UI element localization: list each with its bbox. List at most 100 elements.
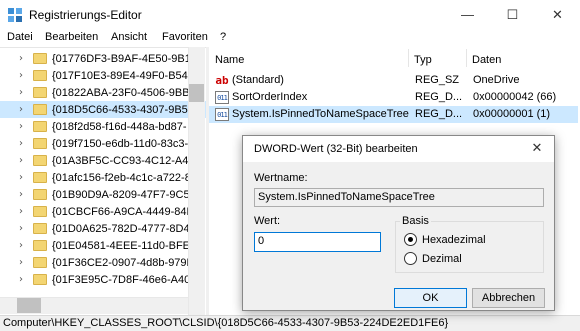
cancel-button[interactable]: Abbrechen (472, 288, 545, 308)
tree-item[interactable]: › {01CBCF66-A9CA-4449-84D (0, 203, 206, 220)
radio-dec-label[interactable]: Dezimal (422, 253, 462, 265)
tree-item[interactable]: › {01776DF3-B9AF-4E50-9B1C (0, 50, 206, 67)
chevron-right-icon[interactable]: › (19, 121, 29, 132)
value-data-input[interactable]: 0 (254, 232, 381, 252)
value-name-field: System.IsPinnedToNameSpaceTree (254, 188, 544, 207)
folder-icon (33, 257, 47, 268)
base-group-label: Basis (400, 215, 431, 227)
value-name: SortOrderIndex (232, 91, 308, 103)
chevron-right-icon[interactable]: › (19, 70, 29, 81)
minimize-button[interactable]: — (445, 0, 490, 29)
tree-vertical-scroll-thumb[interactable] (189, 84, 204, 102)
title-bar: Registrierungs-Editor — ☐ ✕ (0, 0, 580, 29)
folder-icon (33, 104, 47, 115)
value-data: 0x00000042 (66) (473, 91, 557, 103)
tree-item-label: {017F10E3-89E4-49F0-B545- (52, 69, 198, 82)
folder-icon (33, 70, 47, 81)
tree-item[interactable]: › {018D5C66-4533-4307-9B53 (0, 101, 206, 118)
menu-favoriten[interactable]: Favoriten (162, 31, 208, 43)
folder-icon (33, 240, 47, 251)
tree-item[interactable]: › {01F36CE2-0907-4d8b-979D (0, 254, 206, 271)
tree-item[interactable]: › {01822ABA-23F0-4506-9BB0 (0, 84, 206, 101)
chevron-right-icon[interactable]: › (19, 240, 29, 251)
chevron-right-icon[interactable]: › (19, 104, 29, 115)
folder-icon (33, 223, 47, 234)
tree-item-label: {01F36CE2-0907-4d8b-979D (52, 256, 195, 269)
tree-horizontal-scroll-thumb[interactable] (17, 298, 41, 313)
radio-hex-label[interactable]: Hexadezimal (422, 234, 486, 246)
tree-item-label: {01E04581-4EEE-11d0-BFE9- (52, 239, 200, 252)
window-title: Registrierungs-Editor (29, 8, 142, 22)
dialog-title-bar: DWORD-Wert (32-Bit) bearbeiten ✕ (243, 136, 554, 162)
status-bar-path: Computer\HKEY_CLASSES_ROOT\CLSID\{018D5C… (0, 315, 580, 331)
tree-item[interactable]: › {01D0A625-782D-4777-8D4E (0, 220, 206, 237)
string-value-icon: ab (215, 74, 229, 87)
chevron-right-icon[interactable]: › (19, 206, 29, 217)
column-separator[interactable] (408, 49, 409, 67)
value-row[interactable]: 011 SortOrderIndex REG_D... 0x00000042 (66) (209, 89, 578, 106)
menu-help[interactable]: ? (220, 31, 226, 43)
tree-item-label: {01F3E95C-7D8F-46e6-A408 (52, 273, 197, 286)
maximize-icon: ☐ (506, 6, 519, 22)
radio-hexadecimal[interactable]: Hexadezimal (404, 233, 486, 246)
tree-item-label: {01D0A625-782D-4777-8D4E (52, 222, 197, 235)
chevron-right-icon[interactable]: › (19, 274, 29, 285)
column-header-type[interactable]: Typ (414, 54, 432, 66)
tree-item-label: {01776DF3-B9AF-4E50-9B1C (52, 52, 199, 65)
folder-icon (33, 172, 47, 183)
chevron-right-icon[interactable]: › (19, 138, 29, 149)
tree-item[interactable]: › {01B90D9A-8209-47F7-9C52 (0, 186, 206, 203)
value-row[interactable]: ab (Standard) REG_SZ OneDrive (209, 72, 578, 89)
tree-item[interactable]: › {018f2d58-f16d-448a-bd87- (0, 118, 206, 135)
tree-item[interactable]: › {017F10E3-89E4-49F0-B545- (0, 67, 206, 84)
close-icon: ✕ (552, 6, 563, 22)
folder-icon (33, 274, 47, 285)
folder-icon (33, 138, 47, 149)
tree-item-label: {01afc156-f2eb-4c1c-a722-8 (52, 171, 191, 184)
folder-icon (33, 189, 47, 200)
value-data: OneDrive (473, 74, 520, 86)
tree-item[interactable]: › {01F3E95C-7D8F-46e6-A408 (0, 271, 206, 288)
chevron-right-icon[interactable]: › (19, 223, 29, 234)
key-tree-pane[interactable]: › {01776DF3-B9AF-4E50-9B1C › {017F10E3-89E4… (0, 47, 206, 315)
value-row[interactable]: 011 System.IsPinnedToNameSpaceTree REG_D..… (209, 106, 578, 123)
column-separator[interactable] (466, 49, 467, 67)
edit-dword-dialog: DWORD-Wert (32-Bit) bearbeiten ✕ Wertnam… (242, 135, 555, 311)
chevron-right-icon[interactable]: › (19, 155, 29, 166)
menu-ansicht[interactable]: Ansicht (111, 31, 147, 43)
value-data-label: Wert: (254, 215, 281, 227)
value-type: REG_D... (415, 91, 463, 103)
minimize-icon: — (461, 7, 474, 22)
chevron-right-icon[interactable]: › (19, 257, 29, 268)
close-icon: ✕ (531, 140, 543, 155)
value-name-label: Wertname: (254, 172, 308, 184)
chevron-right-icon[interactable]: › (19, 189, 29, 200)
tree-item-label: {01822ABA-23F0-4506-9BB0 (52, 86, 196, 99)
ok-button[interactable]: OK (394, 288, 467, 308)
folder-icon (33, 121, 47, 132)
folder-icon (33, 87, 47, 98)
menu-datei[interactable]: Datei (7, 31, 33, 43)
dword-value-icon: 011 (215, 108, 229, 121)
tree-item[interactable]: › {01afc156-f2eb-4c1c-a722-8 (0, 169, 206, 186)
maximize-button[interactable]: ☐ (490, 0, 535, 29)
tree-item[interactable]: › {01E04581-4EEE-11d0-BFE9- (0, 237, 206, 254)
column-header-data[interactable]: Daten (472, 54, 501, 66)
chevron-right-icon[interactable]: › (19, 172, 29, 183)
chevron-right-icon[interactable]: › (19, 53, 29, 64)
dialog-close-button[interactable]: ✕ (526, 140, 548, 158)
column-header-name[interactable]: Name (215, 54, 244, 66)
tree-item-label: {01A3BF5C-CC93-4C12-A4C (52, 154, 197, 167)
tree-item[interactable]: › {01A3BF5C-CC93-4C12-A4C (0, 152, 206, 169)
folder-icon (33, 53, 47, 64)
radio-dec-indicator[interactable] (404, 252, 417, 265)
chevron-right-icon[interactable]: › (19, 87, 29, 98)
menu-bearbeiten[interactable]: Bearbeiten (45, 31, 98, 43)
close-button[interactable]: ✕ (535, 0, 580, 29)
tree-item-label: {018D5C66-4533-4307-9B53 (52, 103, 194, 116)
value-name: System.IsPinnedToNameSpaceTree (232, 108, 409, 120)
value-type: REG_D... (415, 108, 463, 120)
radio-decimal[interactable]: Dezimal (404, 252, 462, 265)
tree-item[interactable]: › {019f7150-e6db-11d0-83c3- (0, 135, 206, 152)
radio-hex-indicator[interactable] (404, 233, 417, 246)
